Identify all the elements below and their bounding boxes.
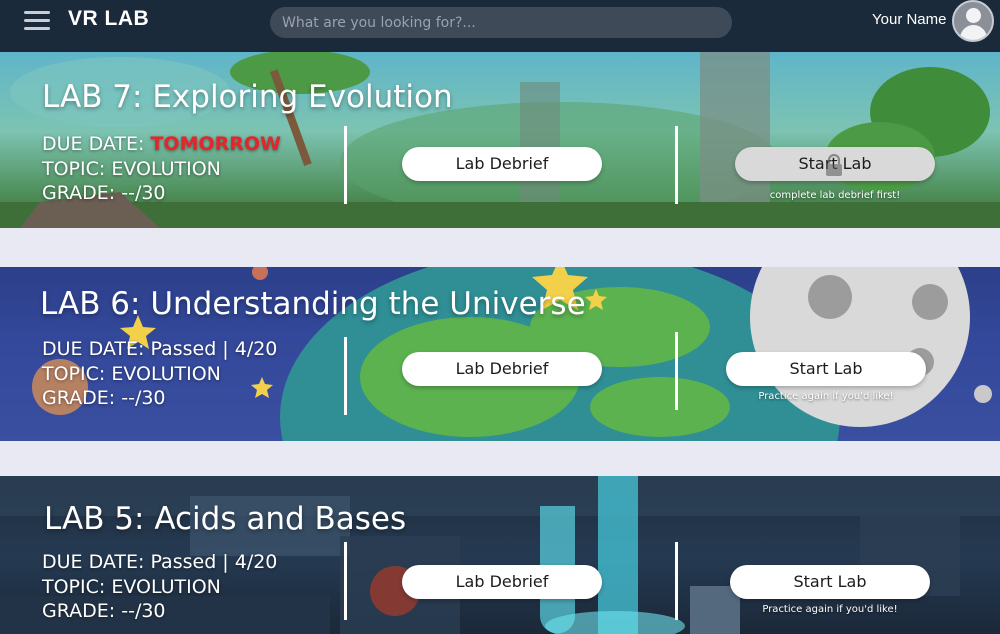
due-date-value: Passed | 4/20 xyxy=(150,551,278,573)
user-avatar-icon[interactable] xyxy=(952,0,994,42)
grade: GRADE: --/30 xyxy=(42,600,166,622)
topic: TOPIC: EVOLUTION xyxy=(42,157,221,180)
start-lab-note: Practice again if you'd like! xyxy=(758,391,894,402)
lab-debrief-button[interactable]: Lab Debrief xyxy=(402,147,602,181)
lab-meta: DUE DATE: TOMORROW TOPIC: EVOLUTION GRAD… xyxy=(42,132,281,206)
start-lab-button[interactable]: Start Lab xyxy=(726,352,926,386)
topic: TOPIC: EVOLUTION xyxy=(42,362,221,385)
divider xyxy=(675,126,678,204)
start-lab-button[interactable]: Start Lab xyxy=(730,565,930,599)
lab-title: LAB 6: Understanding the Universe xyxy=(40,286,586,322)
divider xyxy=(344,337,347,415)
topic: TOPIC: EVOLUTION xyxy=(42,575,221,598)
grade: GRADE: --/30 xyxy=(42,182,166,204)
due-date: DUE DATE: Passed | 4/20 xyxy=(42,551,278,573)
lab-card-6: LAB 6: Understanding the Universe DUE DA… xyxy=(0,267,1000,441)
lab-card-7: LAB 7: Exploring Evolution DUE DATE: TOM… xyxy=(0,52,1000,228)
lab-debrief-button[interactable]: Lab Debrief xyxy=(402,352,602,386)
start-lab-note: complete lab debrief first! xyxy=(769,190,901,201)
due-date-value: Passed | 4/20 xyxy=(150,338,278,360)
lab-title: LAB 5: Acids and Bases xyxy=(44,501,407,537)
search-input[interactable] xyxy=(270,7,732,38)
divider xyxy=(344,542,347,620)
user-name[interactable]: Your Name xyxy=(872,11,947,28)
top-navigation-bar: VR LAB Your Name xyxy=(0,0,1000,52)
lab-debrief-button[interactable]: Lab Debrief xyxy=(402,565,602,599)
lock-icon xyxy=(826,154,842,176)
due-date-value: TOMORROW xyxy=(150,133,281,155)
lab-meta: DUE DATE: Passed | 4/20 TOPIC: EVOLUTION… xyxy=(42,337,277,411)
lab-title: LAB 7: Exploring Evolution xyxy=(42,79,453,115)
start-lab-note: Practice again if you'd like! xyxy=(762,604,898,615)
grade: GRADE: --/30 xyxy=(42,387,166,409)
hamburger-menu-icon[interactable] xyxy=(24,11,50,31)
divider xyxy=(344,126,347,204)
lab-meta: DUE DATE: Passed | 4/20 TOPIC: EVOLUTION… xyxy=(42,550,277,624)
divider xyxy=(675,542,678,620)
lab-card-5: LAB 5: Acids and Bases DUE DATE: Passed … xyxy=(0,476,1000,634)
due-date: DUE DATE: TOMORROW xyxy=(42,133,281,155)
divider xyxy=(675,332,678,410)
due-date: DUE DATE: Passed | 4/20 xyxy=(42,338,278,360)
app-title: VR LAB xyxy=(68,7,150,30)
